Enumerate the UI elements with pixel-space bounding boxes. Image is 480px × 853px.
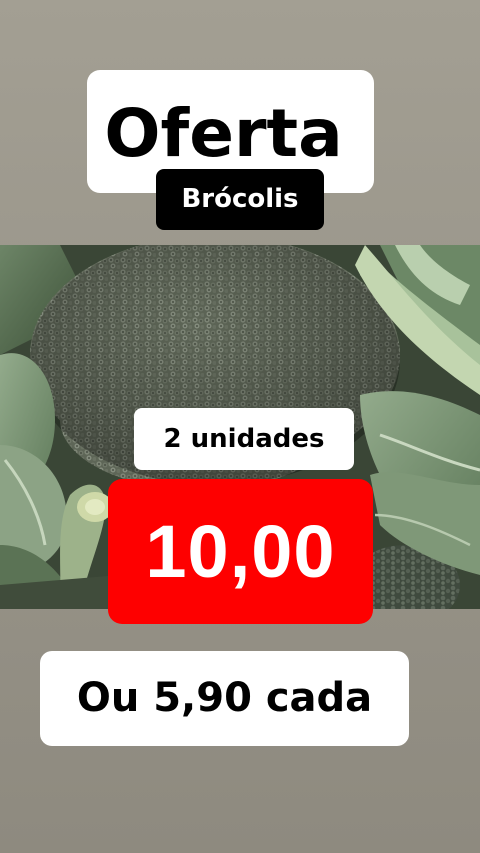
quantity-label-box: 2 unidades — [134, 408, 354, 470]
price-badge: 10,00 — [108, 479, 373, 624]
price-value: 10,00 — [145, 510, 336, 593]
product-name: Brócolis — [181, 184, 299, 214]
unit-price-note: Ou 5,90 cada — [76, 675, 373, 721]
offer-title: Oferta — [104, 95, 343, 172]
quantity-label: 2 unidades — [163, 424, 325, 454]
unit-price-label-box: Ou 5,90 cada — [40, 651, 409, 746]
product-label-box: Brócolis — [156, 169, 324, 230]
